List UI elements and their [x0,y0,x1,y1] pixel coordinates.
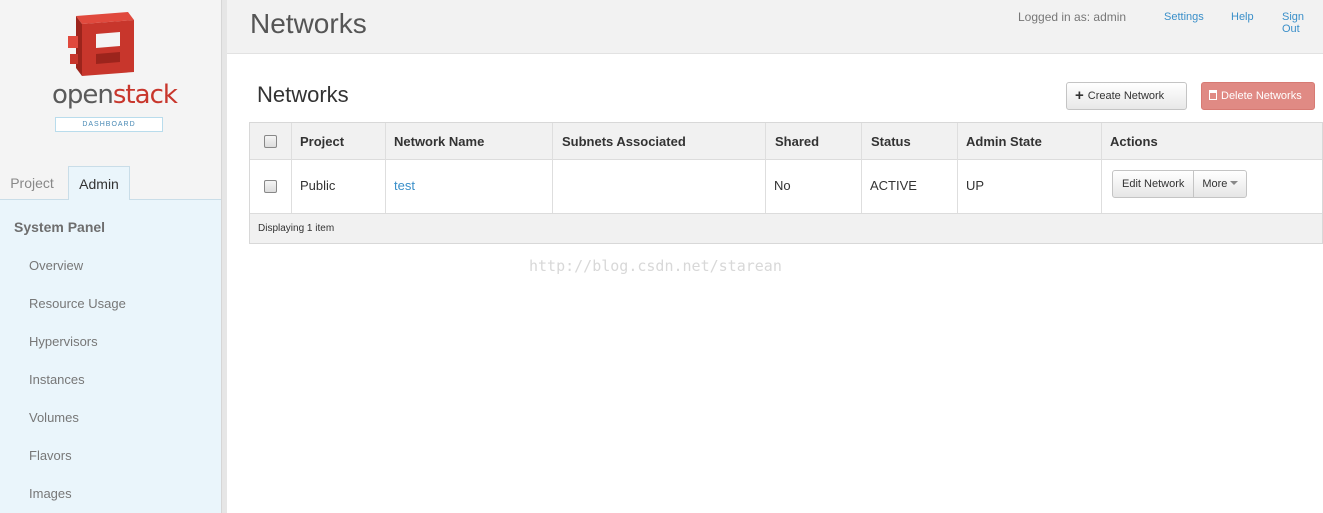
watermark: http://blog.csdn.net/starean [529,257,782,275]
cell-shared: No [774,178,791,193]
sidebar: openstack DASHBOARD Project Admin System… [0,0,221,513]
sidebar-item-instances[interactable]: Instances [29,372,85,387]
column-header-status[interactable]: Status [871,123,911,160]
table-footer: Displaying 1 item [250,213,1322,243]
column-header-admin-state[interactable]: Admin State [966,123,1042,160]
plus-icon: + [1075,87,1084,104]
openstack-logo[interactable]: openstack DASHBOARD [52,10,178,135]
logged-in-user: Logged in as: admin [1018,10,1127,24]
more-label: More [1202,178,1228,190]
logo-stack-text: stack [112,80,178,110]
row-actions: Edit Network More [1112,170,1248,198]
column-divider [291,123,292,213]
cell-status: ACTIVE [870,178,917,193]
system-panel: System Panel Overview Resource Usage Hyp… [0,200,221,513]
logo-open-text: open [52,80,114,110]
column-header-subnets[interactable]: Subnets Associated [562,123,686,160]
column-divider [861,123,862,213]
column-header-project[interactable]: Project [300,123,344,160]
column-header-actions: Actions [1110,134,1158,149]
sidebar-item-volumes[interactable]: Volumes [29,410,79,425]
section-title: Networks [257,82,349,107]
sidebar-item-hypervisors[interactable]: Hypervisors [29,334,98,349]
logo-dashboard-label: DASHBOARD [55,117,163,132]
sidebar-item-images[interactable]: Images [29,486,72,501]
sidebar-divider [221,0,227,513]
item-count: Displaying 1 item [258,223,335,234]
sidebar-item-overview[interactable]: Overview [29,258,83,273]
row-checkbox[interactable] [264,180,277,193]
column-divider [957,123,958,213]
column-header-network-name[interactable]: Network Name [394,123,484,160]
caret-down-icon [1230,181,1239,185]
delete-networks-label: Delete Networks [1221,90,1302,102]
select-all-checkbox[interactable] [264,135,277,148]
delete-networks-button[interactable]: Delete Networks [1201,82,1315,110]
tab-admin[interactable]: Admin [68,166,130,201]
openstack-wordmark: openstack [52,80,178,110]
create-network-label: Create Network [1087,90,1165,102]
openstack-cube-icon [68,12,134,76]
column-divider [385,123,386,213]
create-network-button[interactable]: + Create Network [1066,82,1187,110]
column-divider [1101,123,1102,213]
cell-project: Public [300,178,336,193]
more-actions-dropdown[interactable]: More [1194,171,1246,197]
panel-title: System Panel [14,219,106,235]
column-divider [765,123,766,213]
sidebar-item-resource-usage[interactable]: Resource Usage [29,296,126,311]
sidebar-item-flavors[interactable]: Flavors [29,448,72,463]
network-name-link[interactable]: test [394,178,415,193]
settings-link[interactable]: Settings [1164,11,1204,23]
cell-admin-state: UP [966,178,985,193]
networks-table: Project Network Name Subnets Associated … [249,122,1323,244]
edit-network-button[interactable]: Edit Network [1113,171,1195,197]
column-header-shared[interactable]: Shared [775,123,819,160]
dashboard-tabs: Project Admin [0,166,221,201]
column-divider [552,123,553,213]
page-title: Networks [250,8,367,39]
table-header: Project Network Name Subnets Associated … [250,123,1322,160]
trash-icon [1209,90,1217,100]
page-header: Networks Logged in as: admin Settings He… [227,0,1323,54]
tab-project[interactable]: Project [0,166,64,200]
sign-out-link[interactable]: Sign Out [1282,11,1323,35]
help-link[interactable]: Help [1231,11,1254,23]
